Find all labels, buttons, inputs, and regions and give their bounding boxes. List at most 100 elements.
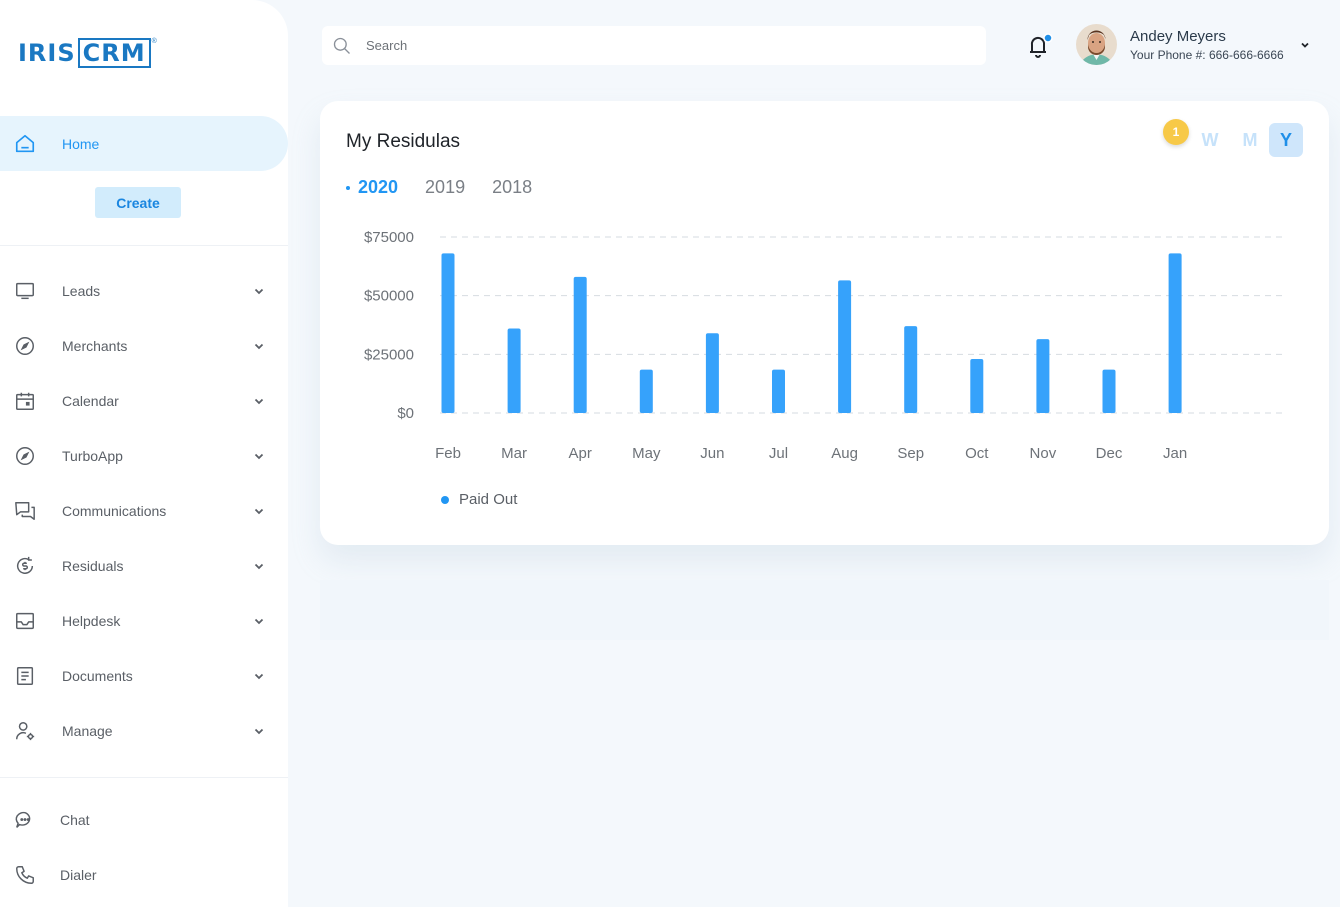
sidebar-item-label: Calendar [62,393,119,409]
iris-crm-logo[interactable]: IRIS CRM ® [18,38,157,68]
chevron-down-icon [254,288,264,295]
sidebar-item-label: Documents [62,668,133,684]
compass-icon [16,337,34,355]
y-tick-label: $25000 [364,346,414,363]
sidebar-item-merchants[interactable]: Merchants [0,326,288,366]
x-tick-label: Jun [700,445,724,462]
tab-year-2018[interactable]: 2018 [492,177,532,198]
y-tick-label: $50000 [364,288,414,305]
chevron-down-icon [254,508,264,515]
content-placeholder [320,580,1329,640]
bar [970,359,984,413]
inbox-icon [16,612,34,630]
chevron-down-icon [254,618,264,625]
period-week-button[interactable]: W [1193,123,1227,157]
period-year-button[interactable]: Y [1269,123,1303,157]
tab-year-2020[interactable]: 2020 [358,177,398,198]
x-tick-label: Jan [1163,445,1187,462]
sidebar-item-label: Residuals [62,558,124,574]
x-tick-label: Dec [1096,445,1123,462]
chevron-down-icon [254,673,264,680]
legend-swatch [441,495,449,504]
logo-text-crm: CRM [77,38,151,68]
y-tick-label: $0 [397,405,414,422]
bar [507,328,521,413]
bar [639,369,653,413]
bar [838,280,852,413]
user-name: Andey Meyers [1130,28,1226,45]
user-menu[interactable]: Andey Meyers Your Phone #: 666-666-6666 [1076,24,1316,66]
logo-registered-mark: ® [151,38,157,45]
sidebar-item-label: TurboApp [62,448,123,464]
x-tick-label: Apr [569,445,592,462]
phone-icon [16,866,34,884]
avatar [1076,24,1117,65]
bar [904,326,918,413]
compass-icon [16,447,34,465]
x-tick-label: May [632,445,661,462]
y-tick-label: $75000 [364,229,414,246]
sidebar-item-label: Manage [62,723,113,739]
chevron-down-icon [254,398,264,405]
sidebar-item-label: Leads [62,283,101,299]
sidebar-item-documents[interactable]: Documents [0,656,288,696]
sidebar-item-label: Helpdesk [62,613,121,629]
chart-legend: Paid Out [441,491,517,508]
create-button[interactable]: Create [95,187,181,218]
user-phone: Your Phone #: 666-666-6666 [1130,48,1284,62]
search-input[interactable] [366,26,966,65]
chat-icon [15,811,31,828]
residuals-card: $0 $25000 $50000 $75000 Feb Mar Apr May Jun Jul Au… [320,101,1329,545]
bar [1168,253,1182,413]
user-gear-icon [16,722,35,741]
bar [772,369,785,413]
document-icon [16,667,34,685]
sidebar-item-home[interactable]: Home [0,116,288,171]
chevron-down-icon [254,343,264,350]
chat-bubbles-icon [15,502,35,520]
x-tick-label: Aug [831,445,858,462]
sidebar-item-helpdesk[interactable]: Helpdesk [0,601,288,641]
bar [573,276,587,413]
residuals-bar-chart: $0 $25000 $50000 $75000 Feb Mar Apr May Jun Jul Au… [364,229,1282,462]
bar [705,333,719,413]
chevron-down-icon [254,453,264,460]
tab-year-2019[interactable]: 2019 [425,177,465,198]
sidebar-item-label: Dialer [60,867,97,883]
chevron-down-icon [254,563,264,570]
sidebar-item-label: Chat [60,812,90,828]
active-year-dot [346,185,350,190]
x-tick-label: Feb [435,445,461,462]
home-icon [15,134,35,153]
year-tabs: 2020 2019 2018 [346,177,559,198]
sidebar: IRIS CRM ® Home Create Leads Merchants C… [0,0,288,907]
sidebar-item-turboapp[interactable]: TurboApp [0,436,288,476]
bar [441,253,455,413]
sidebar-divider [0,777,288,778]
sidebar-item-label: Merchants [62,338,128,354]
sidebar-item-communications[interactable]: Communications [0,491,288,531]
monitor-icon [16,282,34,300]
sidebar-item-manage[interactable]: Manage [0,711,288,751]
card-title: My Residulas [346,131,461,152]
chevron-down-icon [1301,42,1309,48]
x-tick-label: Sep [897,445,924,462]
chevron-down-icon [254,728,264,735]
logo-text-iris: IRIS [18,39,76,67]
x-tick-label: Mar [501,445,527,462]
sidebar-item-leads[interactable]: Leads [0,271,288,311]
bar [1102,369,1116,413]
sidebar-item-dialer[interactable]: Dialer [0,855,288,895]
sidebar-item-label: Communications [62,503,167,519]
x-tick-label: Oct [965,445,989,462]
sidebar-divider [0,245,288,246]
sidebar-item-chat[interactable]: Chat [0,800,288,840]
x-tick-label: Nov [1030,445,1057,462]
search-bar [322,26,986,65]
sidebar-item-residuals[interactable]: Residuals [0,546,288,586]
legend-label: Paid Out [459,491,518,508]
sidebar-item-calendar[interactable]: Calendar [0,381,288,421]
bell-icon[interactable] [1026,32,1054,60]
period-month-button[interactable]: M [1233,123,1267,157]
notification-badge: 1 [1163,119,1189,145]
